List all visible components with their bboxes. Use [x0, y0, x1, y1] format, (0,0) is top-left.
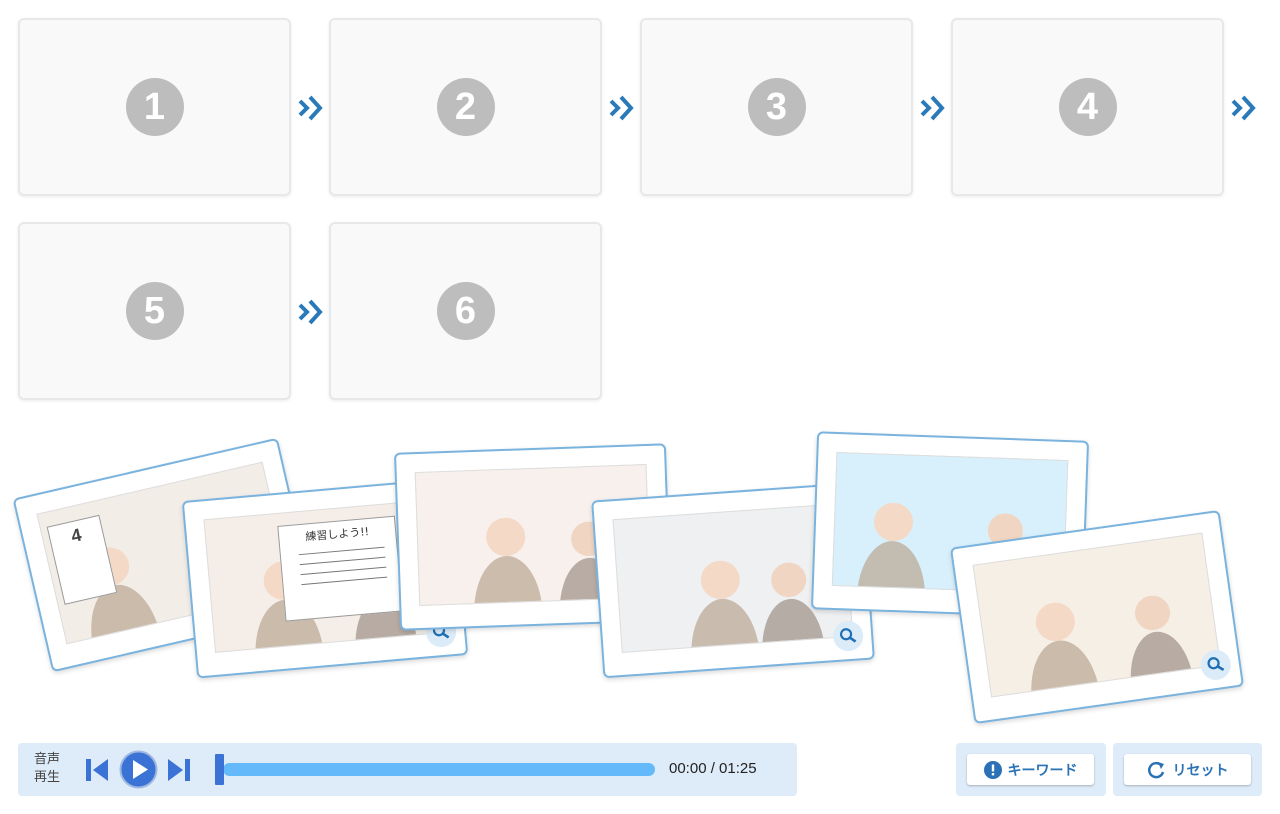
keyword-label: キーワード: [1007, 762, 1078, 779]
keyword-button[interactable]: キーワード: [967, 754, 1094, 785]
audio-label: 音声 再生: [34, 751, 60, 787]
practice-poster: 練習しよう!!: [277, 515, 404, 622]
magnifier-icon: [1207, 657, 1225, 672]
progress-handle[interactable]: [215, 754, 224, 785]
audio-player: 音声再生 00:00 / 01:25: [18, 743, 797, 796]
exclamation-icon: [983, 760, 1002, 779]
poster-text: 練習しよう!!: [304, 525, 370, 544]
drop-slot-3[interactable]: 3: [640, 18, 913, 196]
double-chevron-right-icon: [298, 95, 323, 121]
drop-slot-1[interactable]: 1: [18, 18, 291, 196]
drop-slot-5[interactable]: 5: [18, 222, 291, 400]
magnifier-icon: [839, 628, 857, 643]
double-chevron-right-icon: [1231, 95, 1256, 121]
slot-number: 4: [1058, 78, 1117, 136]
slot-number: 5: [125, 282, 184, 340]
slot-number: 6: [436, 282, 495, 340]
poster-line: [298, 546, 385, 556]
picture-card-6[interactable]: [949, 509, 1245, 725]
poster-line: [300, 566, 387, 576]
poster-line: [301, 576, 388, 586]
drop-slot-6[interactable]: 6: [329, 222, 602, 400]
double-chevron-right-icon: [609, 95, 634, 121]
double-chevron-right-icon: [920, 95, 945, 121]
reset-icon: [1147, 761, 1164, 778]
keyword-panel: キーワード: [956, 743, 1106, 796]
poster-line: [299, 556, 386, 566]
play-icon[interactable]: [119, 750, 158, 789]
reset-panel: リセット: [1113, 743, 1262, 796]
scene-illustration: [972, 532, 1221, 698]
time-readout: 00:00 / 01:25: [669, 760, 757, 777]
slot-number: 1: [125, 78, 184, 136]
slot-number: 2: [436, 78, 495, 136]
drop-slot-2[interactable]: 2: [329, 18, 602, 196]
double-chevron-right-icon: [298, 299, 323, 325]
slot-number: 3: [747, 78, 806, 136]
skip-forward-icon[interactable]: [166, 757, 192, 783]
label-line1: 音声: [34, 752, 61, 767]
label-line2: 再生: [34, 770, 61, 785]
skip-back-icon[interactable]: [84, 757, 110, 783]
reset-label: リセット: [1172, 762, 1229, 779]
zoom-button[interactable]: [832, 620, 865, 653]
drop-slot-4[interactable]: 4: [951, 18, 1224, 196]
reset-button[interactable]: リセット: [1124, 754, 1251, 785]
progress-bar[interactable]: [223, 763, 655, 776]
